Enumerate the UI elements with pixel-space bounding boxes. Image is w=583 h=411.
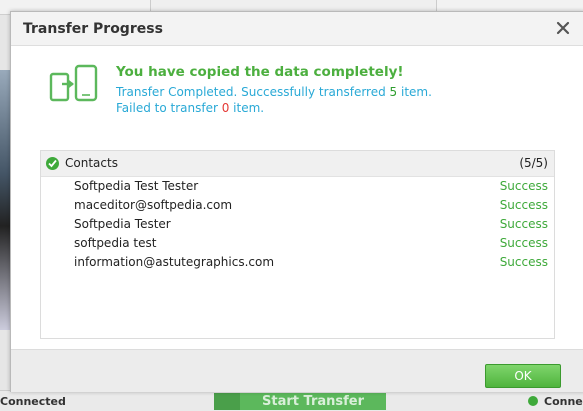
transfer-progress-dialog: Transfer Progress You have copied the da… — [10, 11, 583, 392]
success-summary: Transfer Completed. Successfully transfe… — [116, 85, 432, 99]
failure-summary-prefix: Failed to transfer — [116, 101, 222, 115]
transfer-results-list: Contacts (5/5) Softpedia Test Tester Suc… — [40, 150, 555, 339]
item-name: information@astutegraphics.com — [74, 255, 275, 269]
list-item: information@astutegraphics.com Success — [41, 253, 554, 272]
category-count: (5/5) — [519, 156, 548, 170]
background-status-right: Conne — [528, 395, 583, 408]
ok-button[interactable]: OK — [485, 364, 561, 388]
failure-summary: Failed to transfer 0 item. — [116, 101, 264, 115]
item-name: softpedia test — [74, 236, 157, 250]
list-item: Softpedia Tester Success — [41, 215, 554, 234]
category-label: Contacts — [65, 156, 118, 170]
item-status: Success — [499, 236, 548, 250]
dialog-titlebar: Transfer Progress — [11, 12, 583, 46]
item-status: Success — [499, 198, 548, 212]
completion-headline: You have copied the data completely! — [116, 64, 404, 80]
background-status-left: Connected — [0, 395, 66, 408]
item-status: Success — [499, 217, 548, 231]
success-summary-suffix: item. — [397, 85, 432, 99]
transfer-phones-icon — [49, 64, 101, 102]
close-icon[interactable] — [554, 19, 572, 37]
check-circle-icon — [46, 157, 59, 170]
list-item: Softpedia Test Tester Success — [41, 177, 554, 196]
dialog-title: Transfer Progress — [23, 21, 163, 37]
success-summary-prefix: Transfer Completed. Successfully transfe… — [116, 85, 390, 99]
item-name: Softpedia Test Tester — [74, 179, 199, 193]
start-transfer-icon — [214, 393, 240, 410]
item-status: Success — [499, 255, 548, 269]
list-item: softpedia test Success — [41, 234, 554, 253]
item-name: Softpedia Tester — [74, 217, 171, 231]
connected-status-icon — [528, 396, 538, 406]
category-header-contacts: Contacts (5/5) — [41, 151, 554, 177]
dialog-footer: OK — [11, 349, 583, 392]
failure-summary-suffix: item. — [229, 101, 265, 115]
background-status-right-label: Conne — [544, 395, 583, 408]
item-name: maceditor@softpedia.com — [74, 198, 233, 212]
item-status: Success — [499, 179, 548, 193]
start-transfer-label: Start Transfer — [262, 394, 365, 409]
list-item: maceditor@softpedia.com Success — [41, 196, 554, 215]
